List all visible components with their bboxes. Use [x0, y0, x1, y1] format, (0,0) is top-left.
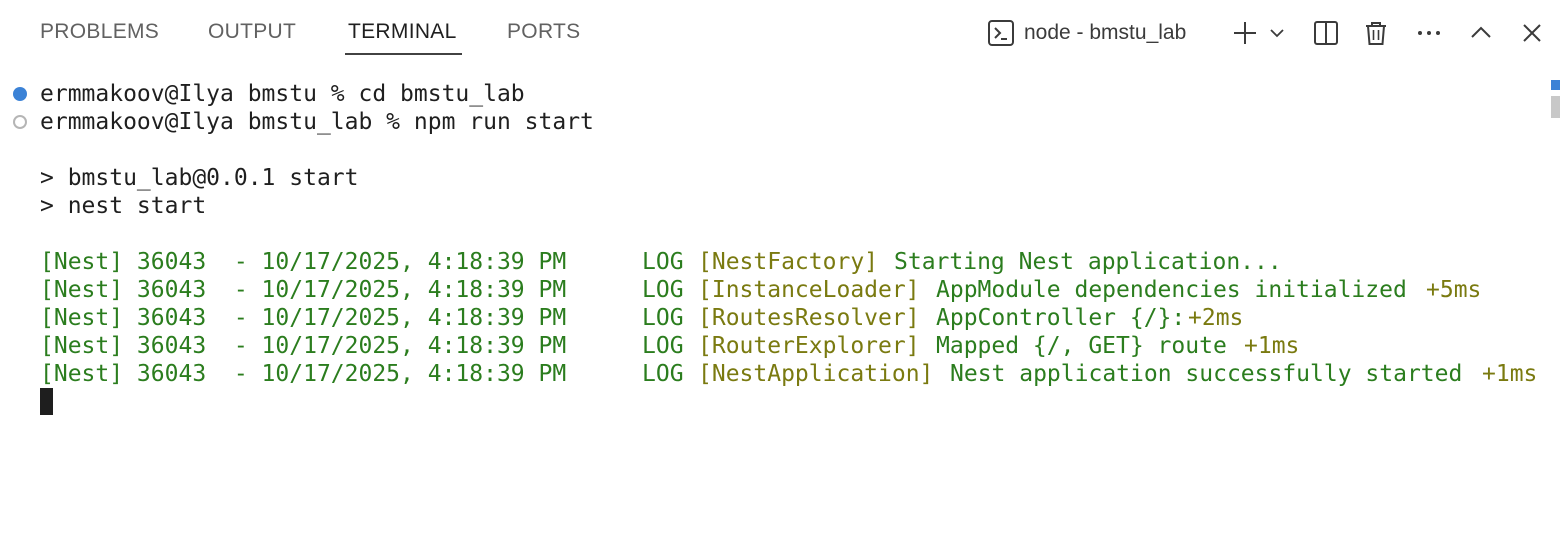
log-context: [InstanceLoader]	[698, 277, 920, 303]
log-level: LOG	[642, 277, 684, 303]
log-timing: +2ms	[1188, 305, 1244, 331]
panel-tab-bar: PROBLEMS OUTPUT TERMINAL PORTS node - bm…	[0, 0, 1564, 66]
terminal-line: ermmakoov@Ilya bmstu % cd bmstu_lab	[0, 80, 525, 108]
log-level: LOG	[642, 305, 684, 331]
log-message: Nest application successfully started	[950, 361, 1463, 387]
log-message: Mapped {/, GET} route	[936, 333, 1227, 359]
log-message: AppController {/}:	[936, 305, 1186, 331]
prompt-command: ermmakoov@Ilya bmstu_lab % npm run start	[40, 109, 594, 135]
log-message: Starting Nest application...	[894, 249, 1282, 275]
log-level: LOG	[642, 333, 684, 359]
tab-terminal[interactable]: TERMINAL	[348, 20, 457, 44]
log-context: [RouterExplorer]	[698, 333, 920, 359]
plus-icon[interactable]	[1229, 16, 1261, 50]
terminal-cursor	[40, 388, 53, 415]
log-line: [Nest] 36043 - 10/17/2025, 4:18:39 PM LO…	[0, 276, 1481, 304]
log-level: LOG	[642, 249, 684, 275]
log-message: AppModule dependencies initialized	[936, 277, 1407, 303]
terminal-line: > nest start	[0, 192, 206, 220]
log-level: LOG	[642, 361, 684, 387]
tab-output[interactable]: OUTPUT	[208, 20, 296, 44]
log-line: [Nest] 36043 - 10/17/2025, 4:18:39 PM LO…	[0, 304, 1243, 332]
log-timing: +1ms	[1244, 333, 1300, 359]
terminal-line: ermmakoov@Ilya bmstu_lab % npm run start	[0, 108, 594, 136]
log-line: [Nest] 36043 - 10/17/2025, 4:18:39 PM LO…	[0, 360, 1537, 388]
ellipsis-icon[interactable]	[1412, 16, 1446, 50]
tab-problems[interactable]: PROBLEMS	[40, 20, 159, 44]
log-prefix: [Nest] 36043 - 10/17/2025, 4:18:39 PM	[40, 277, 567, 303]
chevron-down-icon[interactable]	[1266, 16, 1288, 50]
log-context: [NestApplication]	[698, 361, 934, 387]
terminal-name[interactable]: node - bmstu_lab	[1024, 16, 1186, 50]
npm-script-line: > nest start	[40, 193, 207, 219]
log-context: [RoutesResolver]	[698, 305, 920, 331]
terminal-line: > bmstu_lab@0.0.1 start	[0, 164, 359, 192]
tab-ports[interactable]: PORTS	[507, 20, 580, 44]
log-timing: +5ms	[1426, 277, 1482, 303]
scrollbar-thumb[interactable]	[1551, 96, 1560, 118]
terminal-name-label: node - bmstu_lab	[1024, 21, 1187, 44]
log-timing: +1ms	[1482, 361, 1538, 387]
prompt-command: ermmakoov@Ilya bmstu % cd bmstu_lab	[40, 81, 525, 107]
log-prefix: [Nest] 36043 - 10/17/2025, 4:18:39 PM	[40, 361, 567, 387]
log-line: [Nest] 36043 - 10/17/2025, 4:18:39 PM LO…	[0, 248, 1282, 276]
active-tab-indicator	[345, 53, 462, 55]
log-prefix: [Nest] 36043 - 10/17/2025, 4:18:39 PM	[40, 249, 567, 275]
log-context: [NestFactory]	[698, 249, 879, 275]
split-editor-icon[interactable]	[1309, 16, 1343, 50]
close-icon[interactable]	[1516, 16, 1548, 50]
chevron-up-icon[interactable]	[1465, 16, 1497, 50]
scrollbar-command-marker	[1551, 80, 1560, 90]
terminal-output[interactable]: ermmakoov@Ilya bmstu % cd bmstu_lab ermm…	[0, 78, 1548, 530]
trash-icon[interactable]	[1359, 16, 1393, 50]
log-line: [Nest] 36043 - 10/17/2025, 4:18:39 PM LO…	[0, 332, 1299, 360]
terminal-icon	[983, 16, 1019, 50]
npm-script-line: > bmstu_lab@0.0.1 start	[40, 165, 359, 191]
log-prefix: [Nest] 36043 - 10/17/2025, 4:18:39 PM	[40, 333, 567, 359]
log-prefix: [Nest] 36043 - 10/17/2025, 4:18:39 PM	[40, 305, 567, 331]
terminal-scrollbar[interactable]	[1548, 78, 1564, 530]
